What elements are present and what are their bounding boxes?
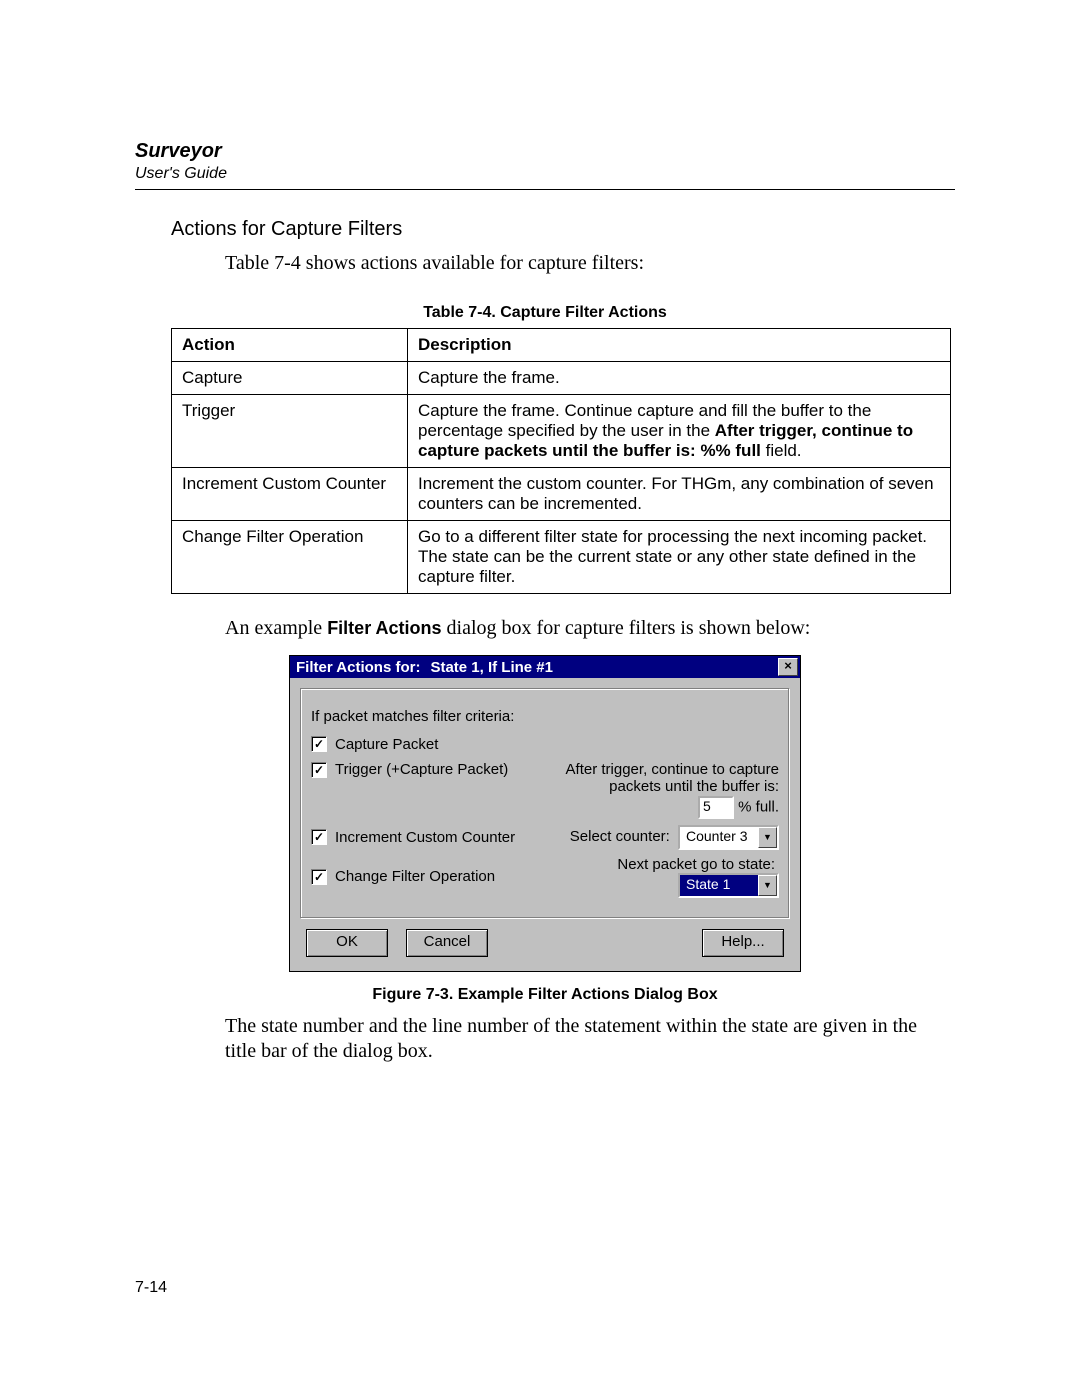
dialog-body: If packet matches filter criteria: ✓ Cap… xyxy=(290,678,800,971)
table-row: Trigger Capture the frame. Continue capt… xyxy=(172,395,951,468)
chevron-down-icon[interactable]: ▼ xyxy=(758,827,777,848)
next-state-label: Next packet go to state: xyxy=(617,856,775,873)
trigger-description: After trigger, continue to capture packe… xyxy=(566,761,779,796)
titlebar-label: Filter Actions for: xyxy=(296,659,420,676)
trigger-label: Trigger (+Capture Packet) xyxy=(335,761,508,778)
page: Surveyor User's Guide Actions for Captur… xyxy=(0,0,1080,1397)
increment-counter-label: Increment Custom Counter xyxy=(335,829,515,846)
change-filter-checkbox[interactable]: ✓ xyxy=(311,869,327,885)
select-counter-value: Counter 3 xyxy=(680,827,758,848)
group-label: If packet matches filter criteria: xyxy=(311,708,514,725)
cell-action: Trigger xyxy=(172,395,408,468)
cell-description: Capture the frame. Continue capture and … xyxy=(408,395,951,468)
figure-caption: Figure 7-3. Example Filter Actions Dialo… xyxy=(135,986,955,1004)
cell-action: Increment Custom Counter xyxy=(172,468,408,521)
dialog-titlebar: Filter Actions for: State 1, If Line #1 … xyxy=(290,656,800,678)
table-caption: Table 7-4. Capture Filter Actions xyxy=(135,304,955,322)
select-counter-combo[interactable]: Counter 3 ▼ xyxy=(678,825,779,850)
trigger-checkbox[interactable]: ✓ xyxy=(311,762,327,778)
col-description-header: Description xyxy=(408,329,951,362)
intro-paragraph: Table 7-4 shows actions available for ca… xyxy=(225,251,945,276)
next-state-combo[interactable]: State 1 ▼ xyxy=(678,873,779,898)
cell-description: Capture the frame. xyxy=(408,362,951,395)
next-state-value: State 1 xyxy=(680,875,758,896)
cell-description: Go to a different filter state for proce… xyxy=(408,521,951,594)
increment-counter-checkbox[interactable]: ✓ xyxy=(311,829,327,845)
filter-actions-dialog: Filter Actions for: State 1, If Line #1 … xyxy=(289,655,801,972)
col-action-header: Action xyxy=(172,329,408,362)
cancel-button[interactable]: Cancel xyxy=(406,929,488,957)
table-header-row: Action Description xyxy=(172,329,951,362)
criteria-groupbox: If packet matches filter criteria: ✓ Cap… xyxy=(300,688,790,919)
chevron-down-icon[interactable]: ▼ xyxy=(758,875,777,896)
buffer-percent-input[interactable]: 5 xyxy=(698,796,734,819)
closing-paragraph: The state number and the line number of … xyxy=(225,1014,945,1064)
table-row: Increment Custom Counter Increment the c… xyxy=(172,468,951,521)
titlebar-value: State 1, If Line #1 xyxy=(430,659,553,676)
dialog-button-row: OK Cancel Help... xyxy=(300,919,790,961)
section-heading: Actions for Capture Filters xyxy=(171,218,955,241)
header-product: Surveyor xyxy=(135,140,955,163)
page-number: 7-14 xyxy=(135,1279,167,1297)
capture-packet-label: Capture Packet xyxy=(335,736,438,753)
header-rule xyxy=(135,189,955,190)
ok-button[interactable]: OK xyxy=(306,929,388,957)
cell-action: Change Filter Operation xyxy=(172,521,408,594)
help-button[interactable]: Help... xyxy=(702,929,784,957)
example-intro: An example Filter Actions dialog box for… xyxy=(225,616,945,641)
header-subtitle: User's Guide xyxy=(135,165,955,183)
capture-filter-actions-table: Action Description Capture Capture the f… xyxy=(171,328,951,594)
table-row: Change Filter Operation Go to a differen… xyxy=(172,521,951,594)
capture-packet-checkbox[interactable]: ✓ xyxy=(311,736,327,752)
table-row: Capture Capture the frame. xyxy=(172,362,951,395)
buffer-percent-suffix: % full. xyxy=(738,798,779,815)
cell-action: Capture xyxy=(172,362,408,395)
cell-description: Increment the custom counter. For THGm, … xyxy=(408,468,951,521)
close-button[interactable]: × xyxy=(778,658,798,676)
change-filter-label: Change Filter Operation xyxy=(335,868,495,885)
select-counter-label: Select counter: xyxy=(570,828,670,845)
